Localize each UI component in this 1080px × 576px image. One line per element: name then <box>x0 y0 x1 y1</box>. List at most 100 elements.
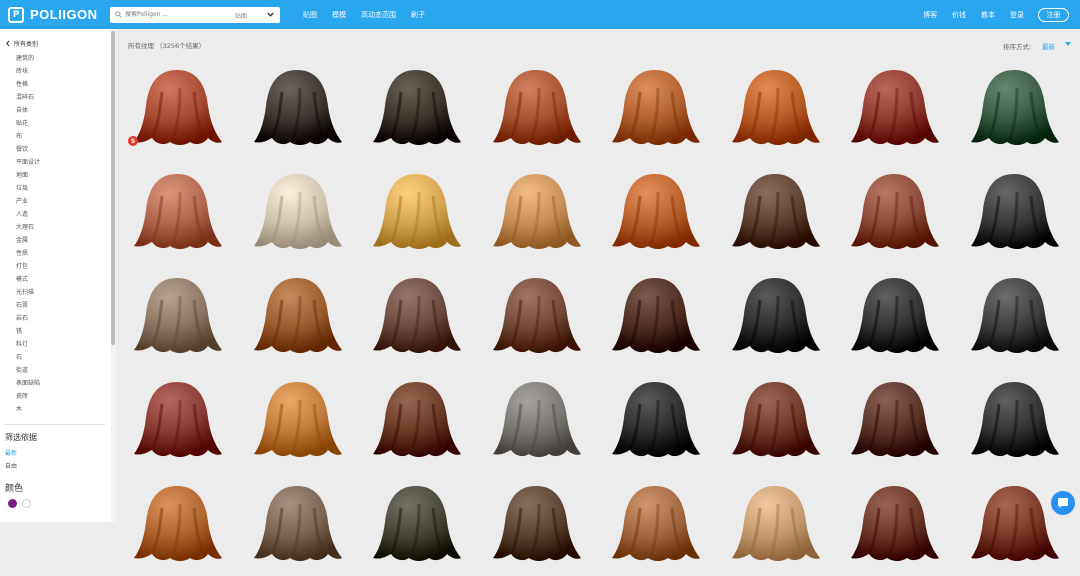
sidebar-category-item[interactable]: 建筑的 <box>16 52 40 65</box>
texture-tile[interactable] <box>839 374 949 472</box>
texture-tile[interactable] <box>481 62 591 160</box>
cloth-preview-image <box>373 70 461 145</box>
sidebar-category-item[interactable]: 平面设计 <box>16 156 40 169</box>
texture-tile[interactable] <box>600 62 710 160</box>
nav-tutorials[interactable]: 教本 <box>981 10 995 20</box>
texture-tile[interactable] <box>959 166 1069 264</box>
cloth-preview-image <box>373 382 461 457</box>
texture-tile[interactable] <box>242 478 352 576</box>
sidebar-category-item[interactable]: 瓷砖 <box>16 390 40 403</box>
texture-tile[interactable] <box>242 270 352 368</box>
filter-free[interactable]: 自由 <box>5 461 17 470</box>
texture-tile[interactable] <box>242 62 352 160</box>
nav-brushes[interactable]: 刷子 <box>411 10 425 20</box>
sidebar: 所有类别 建筑的 砖块 性格 混碎石 自体 贴花布餐饮 平面设计 地面 垃圾 产业 人造 大理石 金属性… <box>0 29 116 522</box>
texture-tile[interactable] <box>720 374 830 472</box>
cloth-preview-image <box>373 174 461 249</box>
texture-tile[interactable] <box>122 478 232 576</box>
color-swatch-purple[interactable] <box>8 499 17 508</box>
sidebar-scrollbar-thumb[interactable] <box>111 31 115 345</box>
texture-tile[interactable] <box>361 166 471 264</box>
texture-tile[interactable] <box>959 62 1069 160</box>
texture-tile[interactable] <box>481 270 591 368</box>
nav-blog[interactable]: 博客 <box>923 10 937 20</box>
texture-tile[interactable] <box>600 166 710 264</box>
texture-tile[interactable] <box>959 270 1069 368</box>
texture-tile[interactable] <box>361 270 471 368</box>
texture-tile[interactable] <box>720 166 830 264</box>
chat-button[interactable] <box>1051 491 1075 515</box>
texture-tile[interactable] <box>839 478 949 576</box>
texture-tile[interactable] <box>720 62 830 160</box>
texture-tile[interactable] <box>242 374 352 472</box>
sidebar-category-item[interactable]: 木 <box>16 403 40 416</box>
sidebar-category-item[interactable]: 料灯 <box>16 338 40 351</box>
sort-select[interactable]: 最新 <box>1042 41 1055 51</box>
texture-tile[interactable] <box>481 166 591 264</box>
sidebar-category-item[interactable]: 垃圾 <box>16 182 40 195</box>
nav-pricing[interactable]: 价钱 <box>952 10 966 20</box>
sidebar-category-item[interactable]: 性格 <box>16 78 40 91</box>
sidebar-category-item[interactable]: 打包 <box>16 260 40 273</box>
sidebar-category-item[interactable]: 布 <box>16 130 40 143</box>
sidebar-category-item[interactable]: 贴花 <box>16 117 40 130</box>
sidebar-category-item[interactable]: 混碎石 <box>16 91 40 104</box>
texture-tile[interactable] <box>122 166 232 264</box>
sidebar-category-item[interactable]: 石膏 <box>16 299 40 312</box>
sidebar-category-item[interactable]: 金属 <box>16 234 40 247</box>
search-category-select[interactable]: 贴图 <box>235 11 247 20</box>
sidebar-category-item[interactable]: 表面缺陷 <box>16 377 40 390</box>
texture-tile[interactable] <box>720 478 830 576</box>
nav-textures[interactable]: 贴图 <box>303 10 317 20</box>
sidebar-category-item[interactable]: 性质 <box>16 247 40 260</box>
sidebar-category-item[interactable]: 产业 <box>16 195 40 208</box>
texture-tile[interactable] <box>122 374 232 472</box>
sidebar-category-item[interactable]: 模式 <box>16 273 40 286</box>
cloth-preview-image <box>253 278 342 353</box>
sidebar-category-item[interactable]: 自体 <box>16 104 40 117</box>
sidebar-category-item[interactable]: 石 <box>16 351 40 364</box>
sidebar-category-item[interactable]: 街道 <box>16 364 40 377</box>
texture-tile[interactable] <box>839 270 949 368</box>
sidebar-category-item[interactable]: 大理石 <box>16 221 40 234</box>
sidebar-category-item[interactable]: 光扫描 <box>16 286 40 299</box>
nav-login[interactable]: 登录 <box>1010 10 1024 20</box>
texture-tile[interactable] <box>839 166 949 264</box>
sidebar-category-item[interactable]: 砖块 <box>16 65 40 78</box>
color-swatch-white[interactable] <box>22 499 31 508</box>
cloth-preview-image <box>970 486 1059 561</box>
register-button[interactable]: 注册 <box>1038 7 1069 22</box>
cloth-preview-image <box>492 382 581 457</box>
texture-tile[interactable] <box>122 270 232 368</box>
substance-badge-icon: S <box>128 136 138 146</box>
logo[interactable]: P POLIIGON <box>8 6 104 23</box>
texture-tile[interactable] <box>242 166 352 264</box>
sidebar-category-item[interactable]: 锈 <box>16 325 40 338</box>
texture-tile[interactable] <box>481 374 591 472</box>
caret-down-icon[interactable] <box>1065 42 1071 47</box>
texture-tile[interactable] <box>600 374 710 472</box>
texture-tile[interactable] <box>122 62 232 160</box>
search-input[interactable] <box>125 11 225 18</box>
filter-newest[interactable]: 最新 <box>5 448 17 457</box>
texture-tile[interactable] <box>361 62 471 160</box>
texture-tile[interactable] <box>959 478 1069 576</box>
texture-tile[interactable] <box>361 374 471 472</box>
search-box[interactable]: 贴图 <box>110 6 280 23</box>
sidebar-divider <box>5 424 105 425</box>
chevron-down-icon[interactable] <box>266 10 275 19</box>
texture-tile[interactable] <box>481 478 591 576</box>
nav-hdri[interactable]: 高动态范围 <box>361 10 396 20</box>
texture-tile[interactable] <box>959 374 1069 472</box>
all-categories-link[interactable]: 所有类别 <box>5 39 38 48</box>
texture-tile[interactable] <box>600 478 710 576</box>
nav-models[interactable]: 模模 <box>332 10 346 20</box>
sidebar-category-item[interactable]: 餐饮 <box>16 143 40 156</box>
sidebar-category-item[interactable]: 地面 <box>16 169 40 182</box>
texture-tile[interactable] <box>361 478 471 576</box>
sidebar-category-item[interactable]: 岩石 <box>16 312 40 325</box>
texture-tile[interactable] <box>720 270 830 368</box>
texture-tile[interactable] <box>600 270 710 368</box>
texture-tile[interactable] <box>839 62 949 160</box>
sidebar-category-item[interactable]: 人造 <box>16 208 40 221</box>
